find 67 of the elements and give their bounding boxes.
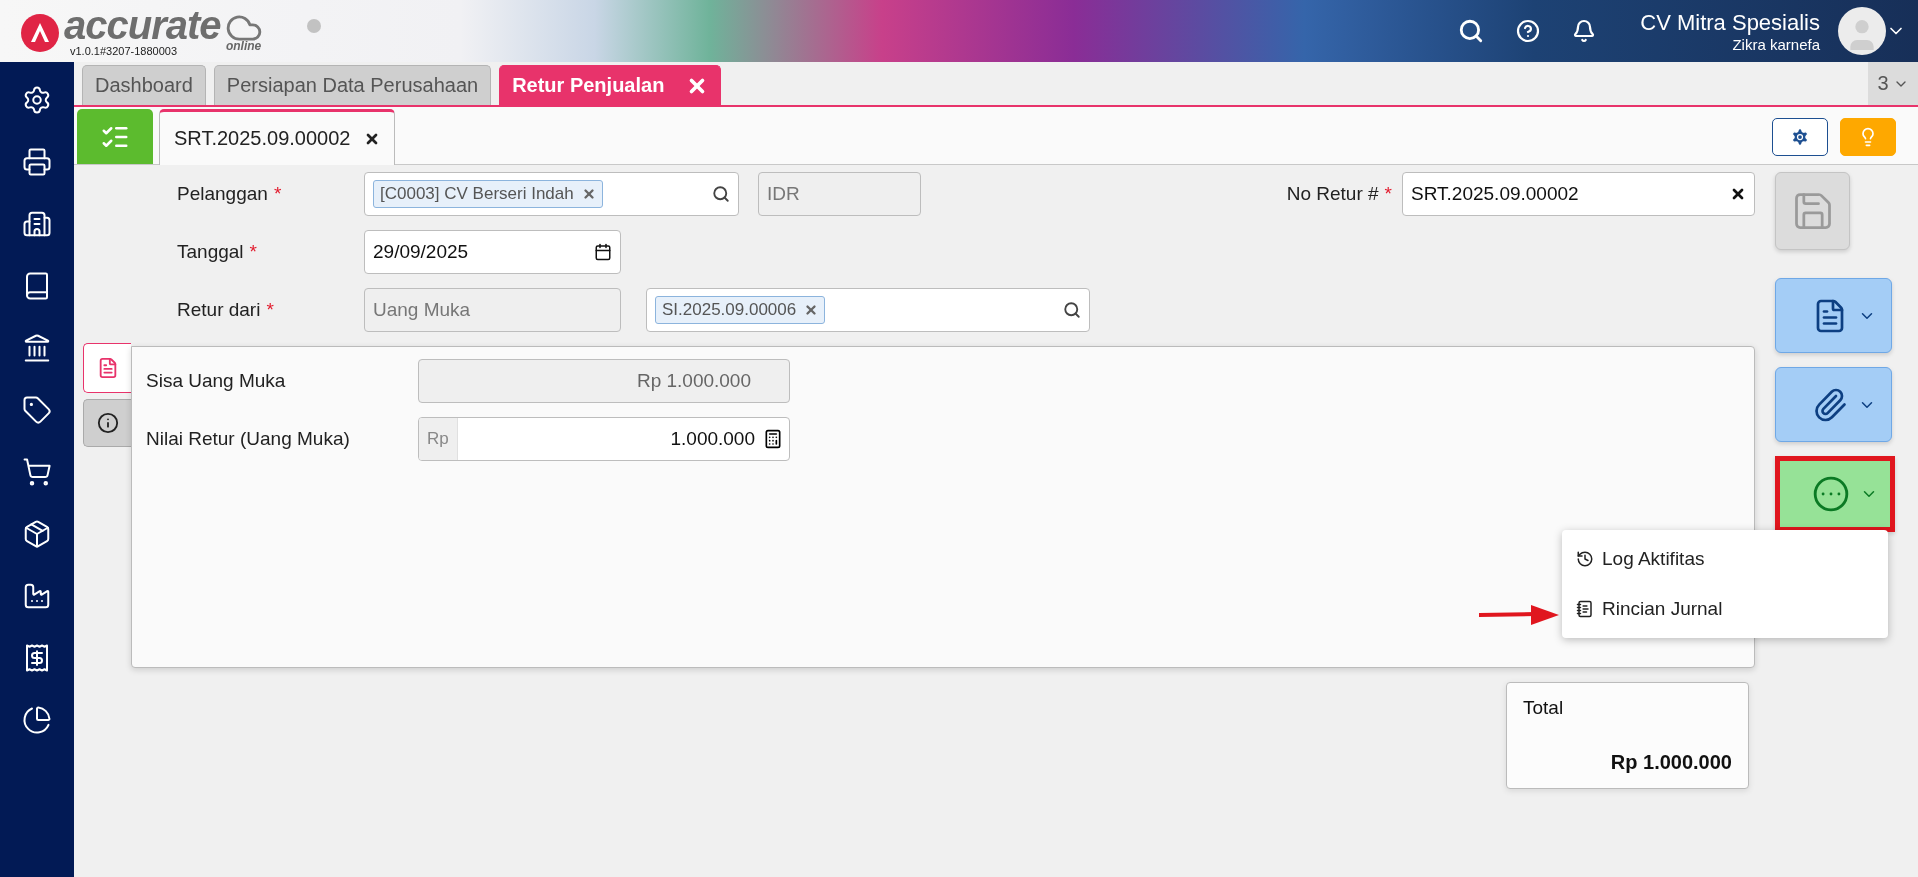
status-dot (306, 19, 321, 33)
calculator-icon[interactable] (763, 429, 783, 449)
source-field: Uang Muka (364, 288, 621, 332)
field-label: Tanggal * (177, 241, 258, 263)
search-icon[interactable] (712, 185, 730, 203)
clear-icon[interactable] (1730, 186, 1746, 202)
field-label: Pelanggan * (177, 183, 283, 205)
calendar-icon[interactable] (594, 243, 612, 261)
more-button[interactable] (1775, 456, 1895, 532)
printer-icon[interactable] (22, 147, 52, 177)
info-tab[interactable] (83, 399, 131, 447)
invoice-chip: SI.2025.09.00006 (655, 296, 826, 324)
avatar[interactable] (1838, 7, 1886, 55)
menu-item[interactable]: Rincian Jurnal (1576, 593, 1874, 625)
required-mark: * (249, 241, 257, 262)
menu-item[interactable]: Log Aktifitas (1576, 543, 1874, 575)
history-icon[interactable] (1576, 550, 1594, 568)
bell-icon[interactable] (1572, 19, 1597, 43)
field-label: Sisa Uang Muka (146, 370, 287, 392)
required-mark: * (266, 299, 274, 320)
search-icon[interactable] (1063, 301, 1081, 319)
gear-icon[interactable] (1790, 127, 1810, 147)
tag-icon[interactable] (22, 395, 52, 425)
search-icon[interactable] (1458, 18, 1485, 44)
document-tab[interactable]: SRT.2025.09.00002 (159, 109, 396, 165)
tab[interactable]: Retur Penjualan (499, 65, 722, 105)
field-label: Retur dari * (177, 299, 275, 321)
required-mark: * (1384, 183, 1392, 204)
version-text: v1.0.1#3207-1880003 (70, 45, 179, 57)
required-mark: * (273, 183, 282, 204)
total-value: Rp 1.000.000 (1610, 751, 1732, 774)
logo-subtitle: online (225, 39, 262, 53)
settings-button[interactable] (1772, 118, 1828, 156)
notebook-icon[interactable] (1576, 600, 1594, 618)
invoice-field[interactable]: SI.2025.09.00006 (646, 288, 1090, 332)
package-icon[interactable] (22, 519, 52, 549)
tab[interactable]: Persiapan Data Perusahaan (213, 65, 492, 105)
currency-field: IDR (758, 172, 921, 216)
remove-icon[interactable] (581, 187, 596, 201)
tab[interactable]: Dashboard (82, 65, 206, 105)
building-icon[interactable] (22, 209, 52, 239)
logo-text: accurate (64, 5, 221, 45)
info-icon[interactable] (96, 412, 119, 434)
factory-icon[interactable] (22, 581, 52, 611)
field-label: Nilai Retur (Uang Muka) (146, 428, 351, 450)
return-number-field[interactable]: SRT.2025.09.00002 (1402, 172, 1755, 216)
cart-icon[interactable] (22, 457, 52, 487)
document-tab[interactable] (83, 343, 131, 393)
field-label: No Retur # * (1286, 183, 1392, 205)
pie-chart-icon[interactable] (22, 705, 52, 735)
customer-chip: [C0003] CV Berseri Indah (373, 180, 603, 208)
help-icon[interactable] (1516, 19, 1541, 43)
amount-field: Rp 1.000.000 (418, 359, 790, 403)
customer-field[interactable]: [C0003] CV Berseri Indah (364, 172, 739, 216)
more-icon[interactable] (1812, 475, 1850, 513)
company-name: CV Mitra Spesialis (1640, 9, 1820, 36)
date-field[interactable]: 29/09/2025 (364, 230, 621, 274)
attachment-button[interactable] (1775, 367, 1892, 442)
logo-icon (20, 13, 60, 53)
gear-icon[interactable] (22, 85, 52, 115)
amount-field[interactable]: Rp 1.000.000 (418, 417, 790, 461)
user-name: Zikra karnefa (1732, 35, 1820, 53)
bank-icon[interactable] (22, 333, 52, 363)
total-label: Total (1523, 697, 1564, 719)
document-button[interactable] (1775, 278, 1892, 353)
tab-count-button[interactable]: 3 (1868, 62, 1918, 105)
remove-icon[interactable] (804, 303, 819, 317)
